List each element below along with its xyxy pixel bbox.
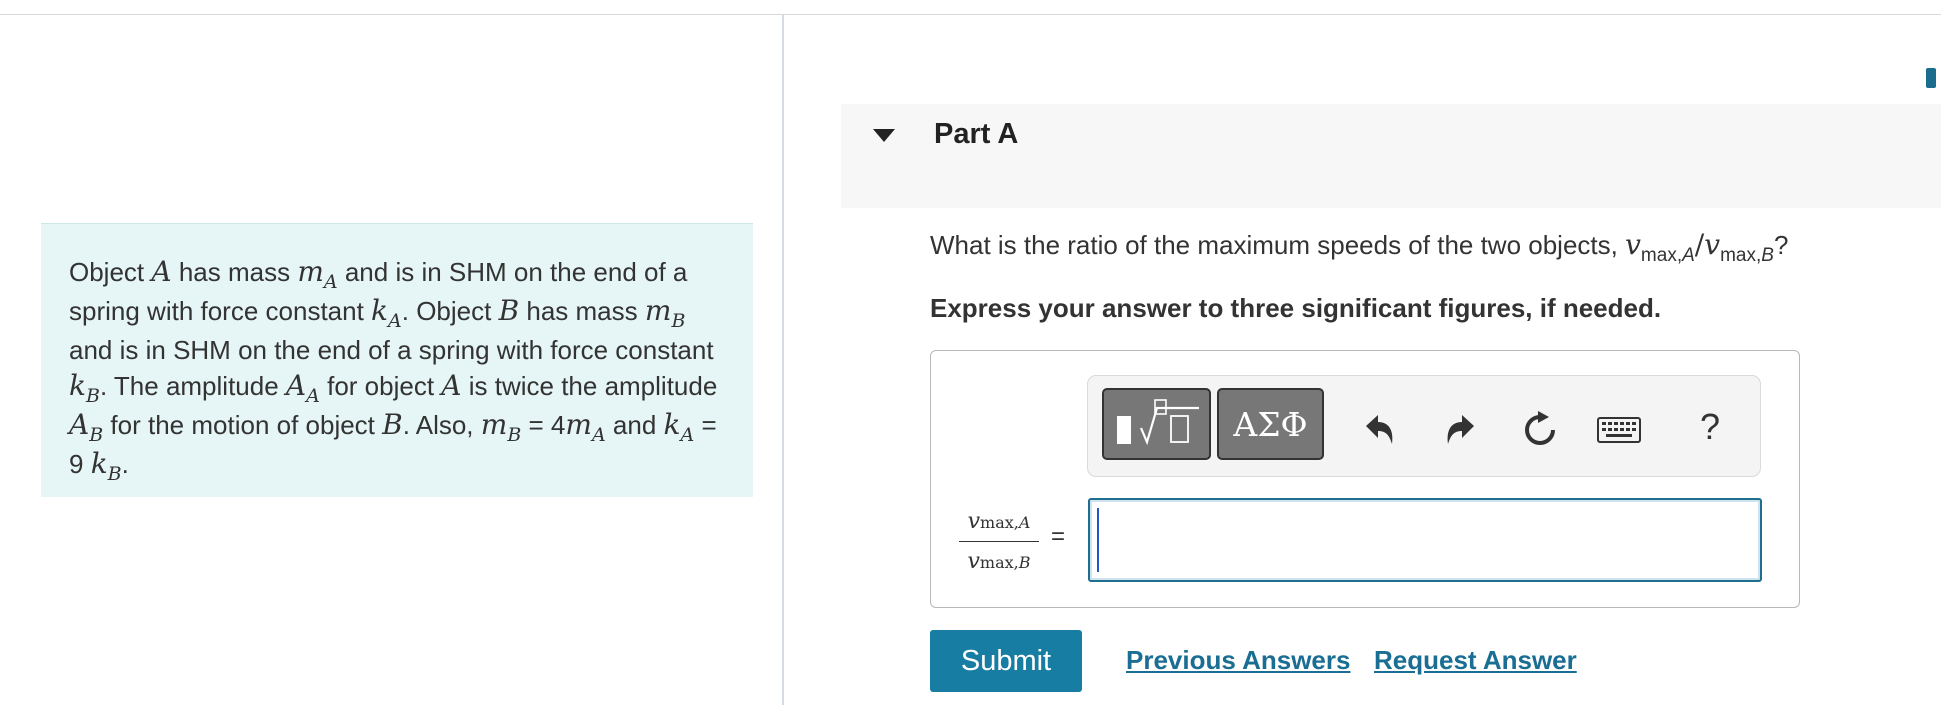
- question-var-2: v: [1704, 228, 1721, 261]
- denominator-var: v: [967, 549, 980, 574]
- denominator-sub-text: max,: [979, 553, 1019, 572]
- math-subscript: A: [591, 424, 606, 446]
- question-var-1: v: [1625, 228, 1641, 261]
- templates-button[interactable]: [1102, 388, 1211, 460]
- math-variable: m: [565, 408, 592, 441]
- problem-text-segment: has mass: [171, 257, 298, 287]
- math-variable: k: [663, 408, 681, 441]
- equals-sign: =: [1051, 523, 1066, 550]
- request-answer-link[interactable]: Request Answer: [1374, 645, 1577, 676]
- templates-icon: [1116, 399, 1199, 446]
- part-a-header[interactable]: Part A: [841, 104, 1941, 208]
- previous-answers-link[interactable]: Previous Answers: [1126, 645, 1350, 676]
- denominator-sub: max,B: [980, 553, 1031, 572]
- problem-statement-box: Object A has mass mA and is in SHM on th…: [41, 223, 753, 497]
- numerator-sub: max,A: [980, 513, 1030, 532]
- numerator-sub-text: max,: [980, 513, 1019, 532]
- problem-text-segment: has mass: [519, 296, 645, 326]
- problem-statement-text: Object A has mass mA and is in SHM on th…: [69, 254, 719, 485]
- math-toolbar: ΑΣΦ ?: [1087, 375, 1761, 477]
- math-subscript: B: [85, 385, 100, 407]
- symbols-button[interactable]: ΑΣΦ: [1217, 388, 1324, 460]
- problem-text-segment: and is in SHM on the end of a spring wit…: [69, 335, 714, 365]
- answer-panel: ΑΣΦ ? vmax,A vmax,B =: [930, 350, 1800, 608]
- math-subscript: A: [388, 310, 402, 332]
- math-variable: m: [297, 255, 324, 288]
- problem-text-segment: . Object: [401, 296, 499, 326]
- question-sub-2-text: max,: [1720, 245, 1762, 266]
- math-subscript: A: [306, 385, 320, 407]
- math-subscript: A: [323, 271, 338, 293]
- fraction-numerator: vmax,A: [959, 509, 1039, 534]
- math-variable: k: [371, 294, 389, 327]
- reset-button[interactable]: [1520, 410, 1560, 450]
- undo-button[interactable]: [1360, 410, 1400, 450]
- question-slash: /: [1694, 228, 1705, 261]
- math-variable: B: [382, 408, 403, 441]
- problem-text-segment: = 4: [521, 410, 566, 440]
- problem-text-segment: . The amplitude: [99, 371, 286, 401]
- instruction-text: Express your answer to three significant…: [930, 293, 1662, 323]
- math-subscript: B: [507, 424, 522, 446]
- problem-text-segment: is twice the amplitude: [461, 371, 718, 401]
- math-subscript: A: [680, 424, 695, 446]
- question-prefix: What is the ratio of the maximum speeds …: [930, 230, 1626, 260]
- keyboard-icon: [1597, 417, 1641, 443]
- problem-text-segment: and: [605, 410, 664, 440]
- panel-divider[interactable]: [782, 15, 784, 705]
- question-text: What is the ratio of the maximum speeds …: [930, 228, 1789, 266]
- math-variable: m: [480, 408, 508, 441]
- problem-text-segment: for object: [319, 371, 442, 401]
- redo-button[interactable]: [1440, 410, 1480, 450]
- question-sub-2-var: B: [1761, 245, 1774, 266]
- collapse-caret-icon[interactable]: [873, 129, 895, 142]
- math-variable: A: [151, 255, 172, 288]
- submit-button[interactable]: Submit: [930, 630, 1082, 692]
- question-sub-1-text: max,: [1640, 245, 1683, 266]
- fraction-bar: [959, 541, 1039, 542]
- top-rule: [0, 14, 1941, 15]
- help-button[interactable]: ?: [1700, 406, 1720, 448]
- undo-icon: [1366, 415, 1393, 444]
- keyboard-button[interactable]: [1596, 410, 1642, 450]
- math-variable: A: [285, 369, 307, 402]
- numerator-var: v: [967, 509, 981, 534]
- problem-text-segment: Object: [69, 257, 152, 287]
- question-sub-1-var: A: [1682, 245, 1695, 266]
- math-variable: k: [69, 369, 86, 402]
- math-subscript: B: [89, 424, 104, 446]
- math-subscript: B: [107, 463, 122, 485]
- math-variable: B: [498, 294, 520, 327]
- question-sub-2: max,B: [1720, 245, 1774, 266]
- numerator-sub-var: A: [1018, 513, 1031, 532]
- problem-text-segment: . Also,: [402, 410, 481, 440]
- reset-icon: [1525, 411, 1555, 445]
- problem-text-segment: for the motion of object: [103, 410, 383, 440]
- denominator-sub-var: B: [1018, 553, 1031, 572]
- problem-text-segment: .: [121, 449, 129, 479]
- question-sub-1: max,A: [1641, 245, 1695, 266]
- math-variable: k: [90, 447, 108, 480]
- corner-marker[interactable]: [1926, 68, 1936, 88]
- fraction-denominator: vmax,B: [959, 549, 1039, 574]
- question-end: ?: [1773, 230, 1789, 260]
- math-variable: m: [644, 294, 672, 327]
- math-subscript: B: [671, 310, 686, 332]
- text-cursor: [1097, 508, 1099, 572]
- answer-label-fraction: vmax,A vmax,B: [959, 509, 1039, 574]
- redo-icon: [1447, 415, 1474, 444]
- answer-input[interactable]: [1088, 498, 1762, 582]
- math-variable: A: [441, 369, 462, 402]
- math-variable: A: [69, 408, 90, 441]
- part-title: Part A: [934, 118, 1019, 150]
